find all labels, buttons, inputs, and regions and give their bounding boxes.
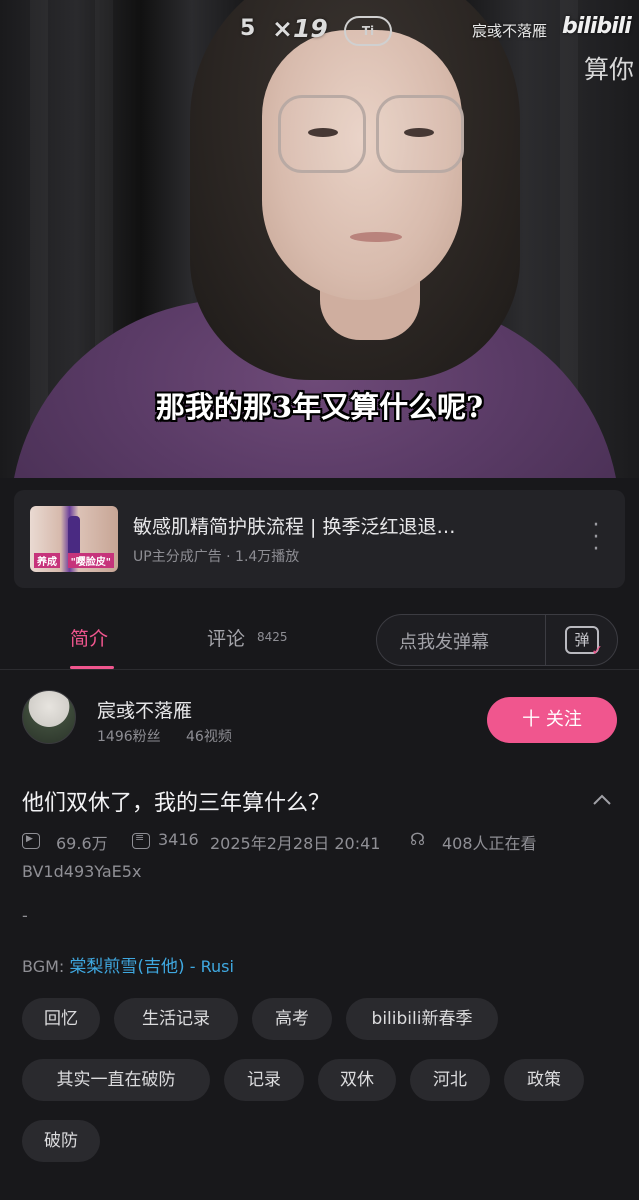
tab-active-indicator: [70, 666, 114, 669]
view-count: 69.6万: [56, 834, 108, 853]
ad-meta: UP主分成广告 · 1.4万播放: [133, 549, 300, 565]
ad-thumb-tag: "嘤脸皮": [67, 553, 114, 568]
viewers-icon: ☊: [410, 830, 426, 850]
product-bottle-icon: [68, 516, 80, 556]
overlay-badge-icon: Ti: [344, 16, 392, 46]
chevron-up-icon[interactable]: [590, 788, 614, 812]
video-subtitle: 那我的那3年又算什么呢?: [155, 390, 484, 424]
video-description: -: [22, 906, 28, 925]
tag[interactable]: bilibili新春季: [346, 998, 498, 1040]
uploader-name[interactable]: 宸彧不落雁: [97, 696, 192, 723]
video-title: 他们双休了，我的三年算什么？: [22, 791, 331, 816]
ad-card[interactable]: 养成 "嘤脸皮" 敏感肌精简护肤流程 | 换季泛红退退… UP主分成广告 · 1…: [14, 490, 625, 588]
video-top-overlay: 5 ×19 Ti 宸彧不落雁 bilibili: [0, 14, 639, 50]
publish-date: 2025年2月28日 20:41: [210, 834, 381, 853]
uploader-avatar[interactable]: [22, 690, 76, 744]
bvid[interactable]: BV1d493YaE5x: [22, 862, 141, 881]
overlay-number: 5: [240, 16, 256, 41]
bgm-artist-link[interactable]: - Rusi: [185, 957, 234, 976]
divider: [545, 615, 546, 665]
bgm-label: BGM:: [22, 957, 65, 976]
more-vertical-icon[interactable]: · · ·: [588, 515, 604, 561]
tag[interactable]: 回忆: [22, 998, 100, 1040]
ad-title: 敏感肌精简护肤流程 | 换季泛红退退…: [133, 516, 456, 538]
tag[interactable]: 记录: [224, 1059, 304, 1101]
overlay-side-text: 算你: [584, 55, 635, 84]
bgm-song-link[interactable]: 棠梨煎雪(吉他): [69, 957, 184, 977]
video-person-glasses: [278, 95, 366, 173]
ad-thumbnail: 养成 "嘤脸皮": [30, 506, 118, 572]
danmaku-toggle-icon[interactable]: 弹 ✓: [565, 626, 603, 658]
danmaku-placeholder: 点我发弹幕: [399, 632, 489, 653]
check-icon: ✓: [591, 643, 603, 659]
follow-button[interactable]: 十 关注: [487, 697, 617, 743]
watching-count: 408人正在看: [442, 834, 537, 853]
danmaku-count: 3416: [158, 830, 199, 849]
tag[interactable]: 政策: [504, 1059, 584, 1101]
tag[interactable]: 破防: [22, 1120, 100, 1162]
overlay-author: 宸彧不落雁: [472, 22, 548, 40]
video-person-mouth: [350, 232, 402, 242]
overlay-multiplier: ×19: [272, 14, 328, 43]
tab-intro[interactable]: 简介: [70, 624, 108, 651]
tag[interactable]: 高考: [252, 998, 332, 1040]
bilibili-logo: bilibili: [562, 14, 632, 39]
tag[interactable]: 生活记录: [114, 998, 238, 1040]
comments-count: 8425: [257, 630, 288, 644]
tag[interactable]: 双休: [318, 1059, 396, 1101]
tab-comments[interactable]: 评论: [207, 624, 245, 651]
danmaku-icon-label: 弹: [574, 631, 590, 649]
danmaku-lines-icon: ≡: [135, 831, 145, 844]
video-player[interactable]: 5 ×19 Ti 宸彧不落雁 bilibili 算你 那我的那3年又算什么呢?: [0, 0, 639, 478]
danmaku-input[interactable]: 点我发弹幕 弹 ✓: [376, 614, 618, 666]
tab-bar: 简介 评论 8425 点我发弹幕 弹 ✓: [0, 604, 639, 670]
bgm-row: BGM: 棠梨煎雪(吉他) - Rusi: [22, 952, 234, 977]
play-triangle-icon: ▶: [26, 834, 33, 844]
uploader-fans: 1496粉丝: [97, 729, 161, 745]
video-person-glasses: [376, 95, 464, 173]
tag[interactable]: 河北: [410, 1059, 490, 1101]
uploader-videos: 46视频: [186, 729, 232, 745]
ad-thumb-tag: 养成: [34, 553, 60, 568]
tag[interactable]: 其实一直在破防: [22, 1059, 210, 1101]
